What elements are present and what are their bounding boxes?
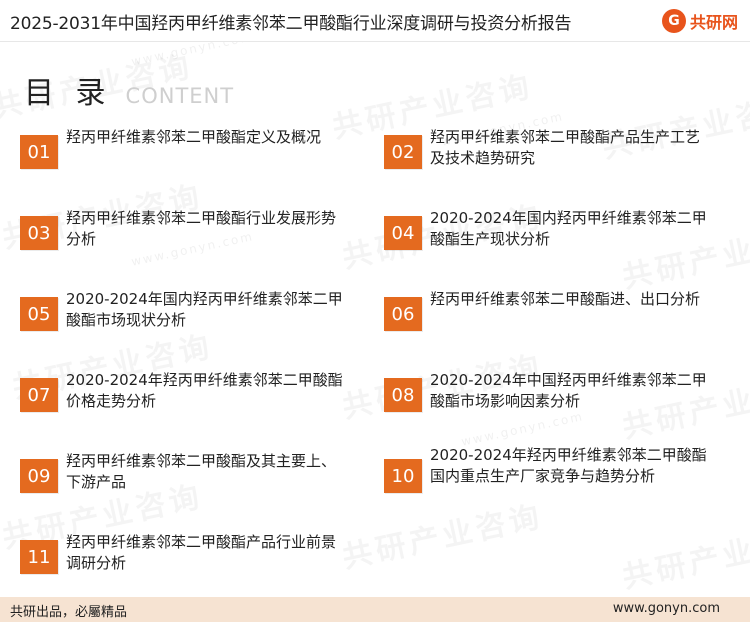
toc-number-badge: 08 (384, 378, 422, 412)
toc-item-label: 羟丙甲纤维素邻苯二甲酸酯行业发展形势分析 (66, 209, 337, 248)
toc-item-09[interactable]: 09 羟丙甲纤维素邻苯二甲酸酯及其主要上、下游产品 (20, 451, 360, 507)
toc-item-10[interactable]: 10 2020-2024年羟丙甲纤维素邻苯二甲酸酯国内重点生产厂家竞争与趋势分析 (384, 445, 724, 509)
footer-bar: 共研出品，必屬精品 www.gonyn.com (0, 597, 750, 622)
toc-item-01[interactable]: 01 羟丙甲纤维素邻苯二甲酸酯定义及概况 (20, 127, 360, 183)
toc-number-badge: 07 (20, 378, 58, 412)
report-title: 2025-2031年中国羟丙甲纤维素邻苯二甲酸酯行业深度调研与投资分析报告 (10, 14, 572, 34)
toc-item-label: 羟丙甲纤维素邻苯二甲酸酯及其主要上、下游产品 (66, 452, 337, 491)
toc-item-label: 2020-2024年羟丙甲纤维素邻苯二甲酸酯价格走势分析 (66, 371, 343, 410)
toc-item-label: 2020-2024年中国羟丙甲纤维素邻苯二甲酸酯市场影响因素分析 (430, 371, 707, 410)
watermark: 共研产业咨询 (618, 511, 750, 596)
toc-item-label: 2020-2024年国内羟丙甲纤维素邻苯二甲酸酯市场现状分析 (66, 290, 343, 329)
toc-number-badge: 01 (20, 135, 58, 169)
toc-number-badge: 04 (384, 216, 422, 250)
toc-item-04[interactable]: 04 2020-2024年国内羟丙甲纤维素邻苯二甲酸酯生产现状分析 (384, 208, 724, 264)
toc-number-badge: 11 (20, 540, 58, 574)
toc-item-08[interactable]: 08 2020-2024年中国羟丙甲纤维素邻苯二甲酸酯市场影响因素分析 (384, 370, 724, 426)
logo: G 共研网 (661, 7, 738, 35)
watermark-url: www.gonyn.com (129, 42, 255, 69)
toc-number-badge: 02 (384, 135, 422, 169)
toc-item-label: 2020-2024年羟丙甲纤维素邻苯二甲酸酯国内重点生产厂家竞争与趋势分析 (430, 446, 707, 485)
toc-number-badge: 05 (20, 297, 58, 331)
toc-title: 目 录 (24, 76, 112, 111)
toc-heading: 目 录 CONTENT (24, 68, 234, 112)
toc-item-02[interactable]: 02 羟丙甲纤维素邻苯二甲酸酯产品生产工艺及技术趋势研究 (384, 127, 724, 183)
toc-item-11[interactable]: 11 羟丙甲纤维素邻苯二甲酸酯产品行业前景调研分析 (20, 532, 360, 588)
toc-number-badge: 03 (20, 216, 58, 250)
toc-number-badge: 10 (384, 459, 422, 493)
footer-url: www.gonyn.com (612, 601, 720, 616)
toc-item-06[interactable]: 06 羟丙甲纤维素邻苯二甲酸酯进、出口分析 (384, 289, 724, 345)
logo-text: 共研网 (689, 13, 738, 32)
toc-number-badge: 06 (384, 297, 422, 331)
toc-item-label: 羟丙甲纤维素邻苯二甲酸酯进、出口分析 (430, 290, 701, 308)
logo-icon: G (661, 9, 686, 33)
toc-item-label: 羟丙甲纤维素邻苯二甲酸酯产品生产工艺及技术趋势研究 (430, 128, 701, 167)
toc-subtitle: CONTENT (125, 84, 235, 108)
toc-item-05[interactable]: 05 2020-2024年国内羟丙甲纤维素邻苯二甲酸酯市场现状分析 (20, 289, 360, 345)
toc-item-label: 2020-2024年国内羟丙甲纤维素邻苯二甲酸酯生产现状分析 (430, 209, 707, 248)
toc-item-07[interactable]: 07 2020-2024年羟丙甲纤维素邻苯二甲酸酯价格走势分析 (20, 370, 360, 426)
header-bar: 2025-2031年中国羟丙甲纤维素邻苯二甲酸酯行业深度调研与投资分析报告 G … (0, 0, 750, 42)
toc-number-badge: 09 (20, 459, 58, 493)
toc-item-label: 羟丙甲纤维素邻苯二甲酸酯产品行业前景调研分析 (66, 533, 337, 572)
footer-slogan: 共研出品，必屬精品 (10, 605, 128, 620)
toc-item-label: 羟丙甲纤维素邻苯二甲酸酯定义及概况 (66, 128, 322, 146)
toc-item-03[interactable]: 03 羟丙甲纤维素邻苯二甲酸酯行业发展形势分析 (20, 208, 360, 264)
